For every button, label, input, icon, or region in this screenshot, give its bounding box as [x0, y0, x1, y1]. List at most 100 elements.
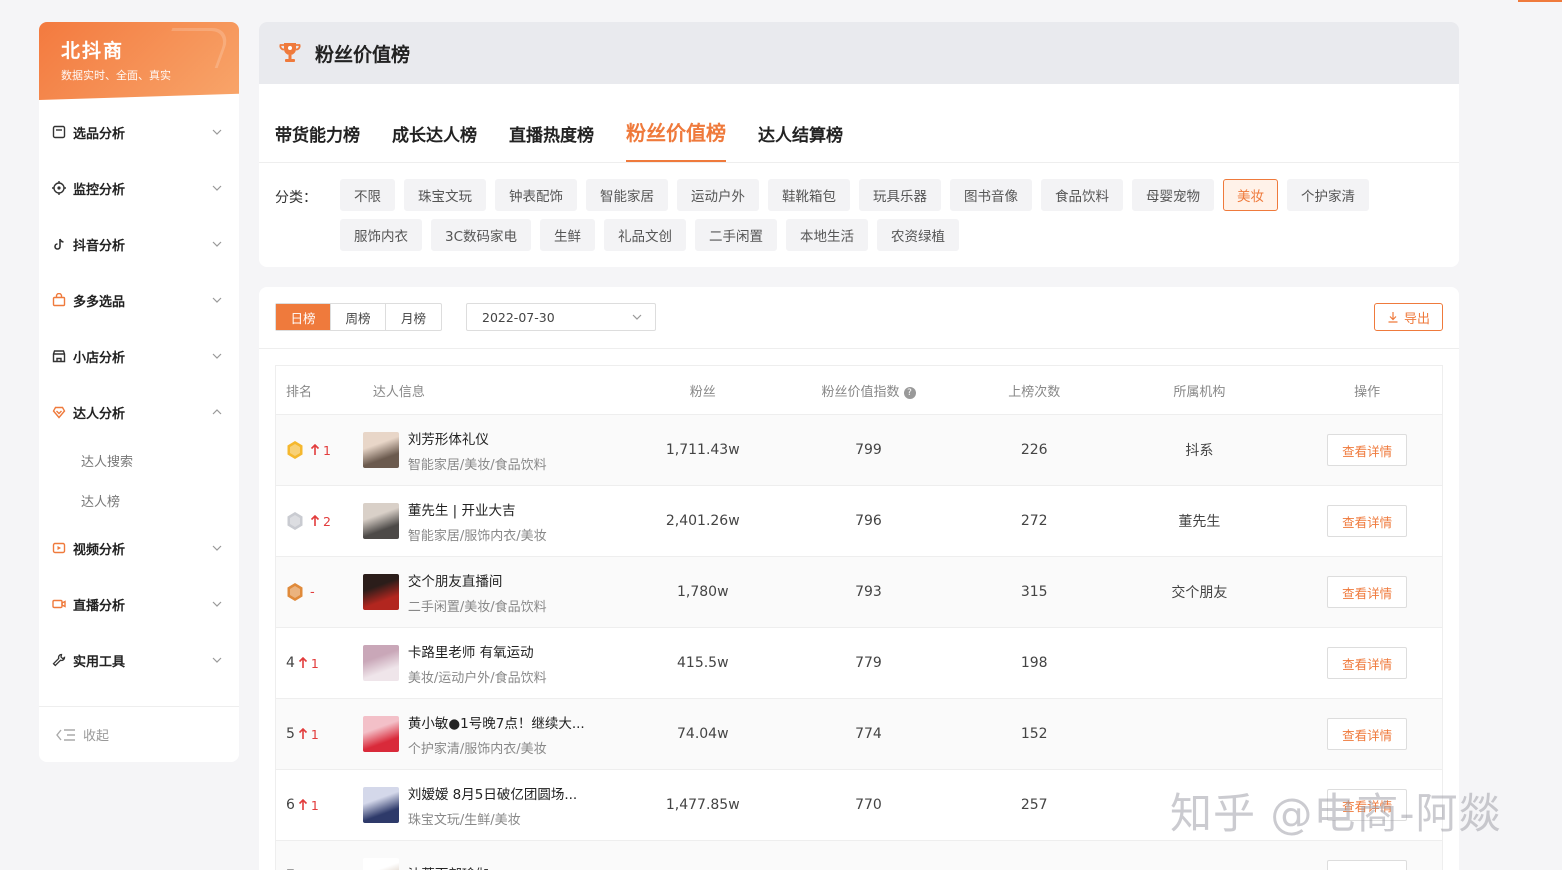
- table-row: 7沈蓉面部瑜伽查看详情: [276, 841, 1442, 870]
- rank-change: 1: [298, 798, 319, 813]
- export-button[interactable]: 导出: [1374, 303, 1443, 331]
- arrow-up-icon: [298, 657, 307, 668]
- influencer-name[interactable]: 黄小敏●1号晚7点！继续大...: [408, 712, 585, 732]
- view-detail-button[interactable]: 查看详情: [1327, 860, 1408, 870]
- sidebar-item-influencer-analysis[interactable]: 达人分析: [39, 384, 239, 440]
- influencer-tags: 美妆/运动户外/食品饮料: [407, 670, 547, 686]
- sidebar-item-product-analysis[interactable]: 选品分析: [39, 104, 239, 160]
- influencer-info[interactable]: 董先生 | 开业大吉 智能家居/服饰内衣/美妆: [362, 499, 631, 544]
- category-chip[interactable]: 不限: [340, 179, 395, 211]
- influencer-info[interactable]: 沈蓉面部瑜伽: [362, 858, 631, 870]
- category-chip[interactable]: 个护家清: [1287, 179, 1369, 211]
- bag-icon: [51, 124, 67, 140]
- sidebar-item-store-analysis[interactable]: 小店分析: [39, 328, 239, 384]
- rank-cell: 51: [276, 726, 363, 742]
- category-chip[interactable]: 二手闲置: [695, 219, 778, 251]
- sidebar-item-douyin-analysis[interactable]: 抖音分析: [39, 216, 239, 272]
- rank-number: 4: [286, 655, 295, 671]
- table-header: 排名 达人信息 粉丝 粉丝价值指数? 上榜次数 所属机构 操作: [276, 366, 1442, 415]
- avatar[interactable]: [362, 503, 399, 539]
- influencer-name[interactable]: 交个朋友直播间: [408, 570, 547, 590]
- influencer-name[interactable]: 刘芳形体礼仪: [408, 428, 547, 448]
- influencer-info[interactable]: 黄小敏●1号晚7点！继续大... 个护家清/服饰内衣/美妆: [362, 712, 631, 757]
- period-daily-button[interactable]: 日榜: [276, 304, 331, 330]
- avatar[interactable]: [362, 432, 399, 468]
- sidebar-item-duoduo-selection[interactable]: 多多选品: [39, 272, 239, 328]
- help-icon[interactable]: ?: [903, 386, 916, 399]
- avatar[interactable]: [362, 716, 399, 752]
- table-row: 1 刘芳形体礼仪 智能家居/美妆/食品饮料 1,711.43w 799 226 抖系 查看详情: [276, 415, 1442, 486]
- influencer-tags: 个护家清/服饰内衣/美妆: [407, 741, 547, 757]
- view-detail-button[interactable]: 查看详情: [1327, 789, 1408, 821]
- category-chip[interactable]: 母婴宠物: [1132, 179, 1214, 211]
- brand-logo[interactable]: 北抖商 数据实时、全面、真实: [39, 22, 239, 100]
- sidebar-item-monitor-analysis[interactable]: 监控分析: [39, 160, 239, 216]
- category-chip[interactable]: 图书音像: [950, 179, 1032, 211]
- op-cell: 查看详情: [1292, 789, 1442, 821]
- table-row: 4 1 卡路里老师 有氧运动 美妆/运动户外/食品饮料 415.5w 779 198 查看详情: [276, 628, 1442, 699]
- sidebar-item-video-analysis[interactable]: 视频分析: [39, 520, 239, 576]
- category-chip[interactable]: 服饰内衣: [340, 219, 422, 251]
- top-accent-line: [1518, 0, 1562, 2]
- wrench-icon: [51, 652, 67, 668]
- influencer-info[interactable]: 卡路里老师 有氧运动美妆/运动户外/食品饮料: [362, 641, 631, 686]
- organization: 董先生: [1178, 514, 1221, 530]
- period-weekly-button[interactable]: 周榜: [331, 304, 386, 330]
- rank-number: 5: [286, 726, 295, 742]
- sidebar-subitem-influencer-search[interactable]: 达人搜索: [39, 440, 239, 480]
- influencer-tags: 二手闲置/美妆/食品饮料: [407, 599, 547, 615]
- influencer-name[interactable]: 沈蓉面部瑜伽: [408, 863, 489, 870]
- rank-change: -: [310, 584, 315, 600]
- influencer-name[interactable]: 刘嫒嫒 8月5日破亿团圆场...: [408, 783, 577, 803]
- tab-live-popularity[interactable]: 直播热度榜: [509, 121, 594, 162]
- tab-sales-ability[interactable]: 带货能力榜: [275, 121, 360, 162]
- category-chip[interactable]: 本地生活: [786, 219, 869, 251]
- op-cell: 查看详情: [1292, 505, 1442, 537]
- tab-fan-value[interactable]: 粉丝价值榜: [626, 117, 726, 162]
- category-chip[interactable]: 生鲜: [540, 219, 596, 251]
- influencer-info[interactable]: 交个朋友直播间二手闲置/美妆/食品饮料: [362, 570, 631, 615]
- influencer-name[interactable]: 卡路里老师 有氧运动: [408, 641, 547, 661]
- influencer-info[interactable]: 刘嫒嫒 8月5日破亿团圆场... 珠宝文玩/生鲜/美妆: [362, 783, 631, 828]
- category-chip[interactable]: 礼品文创: [604, 219, 687, 251]
- header-index: 粉丝价值指数?: [775, 381, 962, 400]
- avatar[interactable]: [362, 574, 399, 610]
- avatar[interactable]: [362, 858, 399, 870]
- chevron-down-icon: [212, 241, 222, 247]
- collapse-button[interactable]: 收起: [39, 706, 239, 762]
- influencer-name[interactable]: 董先生 | 开业大吉: [408, 499, 547, 519]
- category-chip[interactable]: 智能家居: [586, 179, 668, 211]
- date-select[interactable]: 2022-07-30: [466, 303, 656, 331]
- header-rank: 排名: [286, 384, 313, 400]
- arrow-up-icon: [298, 799, 307, 810]
- fan-value-index: 796: [855, 513, 882, 529]
- view-detail-button[interactable]: 查看详情: [1327, 576, 1408, 608]
- sidebar-subitem-influencer-ranking[interactable]: 达人榜: [39, 480, 239, 520]
- view-detail-button[interactable]: 查看详情: [1327, 718, 1408, 750]
- view-detail-button[interactable]: 查看详情: [1327, 505, 1408, 537]
- avatar[interactable]: [362, 645, 399, 681]
- tab-influencer-settlement[interactable]: 达人结算榜: [758, 121, 843, 162]
- table-row: 6 1 刘嫒嫒 8月5日破亿团圆场... 珠宝文玩/生鲜/美妆 1,477.85w 770…: [276, 770, 1442, 841]
- category-chip[interactable]: 钟表配饰: [495, 179, 577, 211]
- category-chip[interactable]: 食品饮料: [1041, 179, 1123, 211]
- sidebar-item-live-analysis[interactable]: 直播分析: [39, 576, 239, 632]
- category-chip[interactable]: 3C数码家电: [431, 219, 532, 251]
- category-chip[interactable]: 珠宝文玩: [404, 179, 486, 211]
- collapse-label: 收起: [83, 729, 110, 744]
- category-chip[interactable]: 农资绿植: [877, 219, 960, 251]
- period-monthly-button[interactable]: 月榜: [386, 304, 441, 330]
- view-detail-button[interactable]: 查看详情: [1327, 434, 1408, 466]
- tab-growth-influencer[interactable]: 成长达人榜: [392, 121, 477, 162]
- ranking-times: 198: [1020, 655, 1048, 671]
- sidebar-item-label: 视频分析: [73, 542, 126, 558]
- category-chip[interactable]: 玩具乐器: [859, 179, 941, 211]
- trophy-icon: [279, 43, 301, 62]
- category-chip[interactable]: 美妆: [1223, 179, 1278, 211]
- avatar[interactable]: [362, 787, 399, 823]
- sidebar-item-tools[interactable]: 实用工具: [39, 632, 239, 688]
- influencer-info[interactable]: 刘芳形体礼仪 智能家居/美妆/食品饮料: [362, 428, 631, 473]
- category-chip[interactable]: 鞋靴箱包: [768, 179, 850, 211]
- view-detail-button[interactable]: 查看详情: [1327, 647, 1408, 679]
- category-chip[interactable]: 运动户外: [677, 179, 759, 211]
